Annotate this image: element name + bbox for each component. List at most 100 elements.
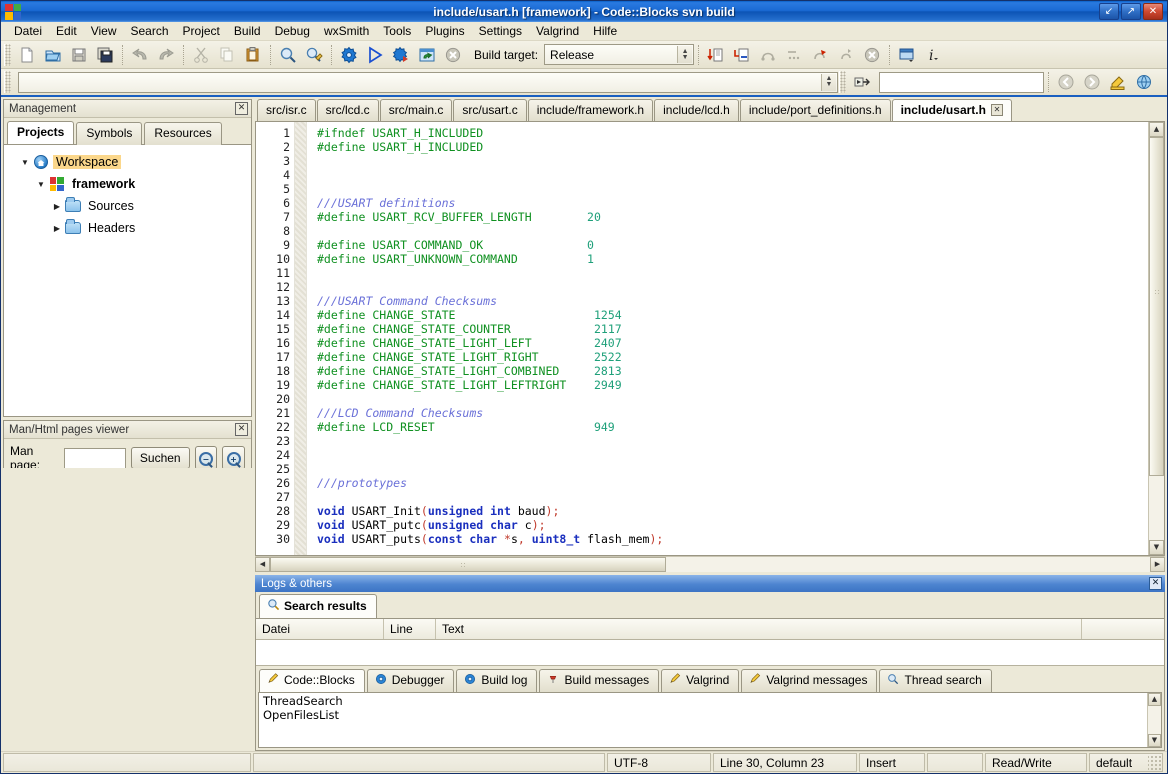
- menu-settings[interactable]: Settings: [472, 22, 529, 40]
- log-output[interactable]: ThreadSearch OpenFilesList ▲ ▼: [258, 691, 1162, 748]
- menu-view[interactable]: View: [84, 22, 124, 40]
- expander-down-icon[interactable]: [18, 158, 32, 167]
- tree-item-workspace[interactable]: Workspace: [10, 151, 251, 173]
- code-line[interactable]: ///USART definitions: [317, 196, 1148, 210]
- scroll-up-arrow-icon[interactable]: ▲: [1148, 692, 1161, 706]
- code-line[interactable]: [317, 182, 1148, 196]
- fold-margin[interactable]: [294, 122, 307, 555]
- debug-next-instruction-icon[interactable]: [834, 43, 858, 67]
- find-icon[interactable]: [276, 43, 300, 67]
- log-tab-build-messages[interactable]: Build messages: [539, 668, 660, 692]
- close-button[interactable]: ✕: [1143, 3, 1163, 20]
- column-line[interactable]: Line: [384, 619, 436, 639]
- code-line[interactable]: ///LCD Command Checksums: [317, 406, 1148, 420]
- maximize-button[interactable]: ↗: [1121, 3, 1141, 20]
- code-line[interactable]: #define USART_RCV_BUFFER_LENGTH 20: [317, 210, 1148, 224]
- log-scroll-track[interactable]: [1148, 705, 1161, 734]
- code-line[interactable]: #ifndef USART_H_INCLUDED: [317, 126, 1148, 140]
- abort-icon[interactable]: [441, 43, 465, 67]
- code-line[interactable]: #define CHANGE_STATE_LIGHT_LEFTRIGHT 294…: [317, 378, 1148, 392]
- code-line[interactable]: [317, 280, 1148, 294]
- code-line[interactable]: #define USART_H_INCLUDED: [317, 140, 1148, 154]
- build-icon[interactable]: [337, 43, 361, 67]
- tab-resources[interactable]: Resources: [144, 122, 222, 145]
- horizontal-scroll-thumb[interactable]: [270, 557, 666, 572]
- close-icon[interactable]: ✕: [1149, 577, 1162, 590]
- paste-icon[interactable]: [241, 43, 265, 67]
- code-line[interactable]: [317, 224, 1148, 238]
- code-line[interactable]: void USART_putc(unsigned char c);: [317, 518, 1148, 532]
- forward-icon[interactable]: [1080, 70, 1104, 94]
- menu-plugins[interactable]: Plugins: [418, 22, 471, 40]
- code-line[interactable]: #define CHANGE_STATE 1254: [317, 308, 1148, 322]
- code-line[interactable]: [317, 490, 1148, 504]
- expander-right-icon[interactable]: [50, 202, 64, 211]
- menu-search[interactable]: Search: [124, 22, 176, 40]
- open-file-icon[interactable]: [41, 43, 65, 67]
- menu-wxsmith[interactable]: wxSmith: [317, 22, 376, 40]
- code-scope-combo[interactable]: ▲ ▼: [18, 71, 838, 93]
- editor-tab-src-lcd-c[interactable]: src/lcd.c: [316, 99, 379, 121]
- code-line[interactable]: [317, 462, 1148, 476]
- log-vertical-scrollbar[interactable]: ▲ ▼: [1147, 692, 1161, 747]
- scroll-right-arrow-icon[interactable]: ▶: [1150, 557, 1165, 572]
- build-and-run-icon[interactable]: [389, 43, 413, 67]
- log-tab-thread-search[interactable]: Thread search: [879, 668, 992, 692]
- code-line[interactable]: #define LCD_RESET 949: [317, 420, 1148, 434]
- code-line[interactable]: #define USART_COMMAND_OK 0: [317, 238, 1148, 252]
- undo-icon[interactable]: [128, 43, 152, 67]
- build-target-combo[interactable]: Release ▲ ▼: [544, 44, 695, 65]
- debug-stop-icon[interactable]: [860, 43, 884, 67]
- highlight-icon[interactable]: [1106, 70, 1130, 94]
- menu-project[interactable]: Project: [176, 22, 227, 40]
- log-tab-valgrind-messages[interactable]: Valgrind messages: [741, 668, 878, 692]
- code-line[interactable]: #define CHANGE_STATE_COUNTER 2117: [317, 322, 1148, 336]
- tree-item-headers[interactable]: Headers: [10, 217, 251, 239]
- scroll-left-arrow-icon[interactable]: ◀: [255, 557, 270, 572]
- source-code[interactable]: #ifndef USART_H_INCLUDED #define USART_H_…: [307, 122, 1148, 555]
- log-tab-codeblocks[interactable]: Code::Blocks: [259, 668, 365, 692]
- copy-icon[interactable]: [215, 43, 239, 67]
- code-line[interactable]: void USART_Init(unsigned int baud);: [317, 504, 1148, 518]
- tree-item-framework[interactable]: framework: [10, 173, 251, 195]
- toolbar-grip[interactable]: [4, 43, 11, 66]
- save-all-icon[interactable]: [93, 43, 117, 67]
- code-search-input[interactable]: [879, 71, 1044, 93]
- save-icon[interactable]: [67, 43, 91, 67]
- scroll-down-arrow-icon[interactable]: ▼: [1148, 734, 1161, 747]
- goto-declaration-icon[interactable]: [850, 70, 874, 94]
- debug-next-line-icon[interactable]: [756, 43, 780, 67]
- zoom-out-button[interactable]: −: [194, 446, 218, 470]
- expander-down-icon[interactable]: [34, 180, 48, 189]
- find-replace-icon[interactable]: [302, 43, 326, 67]
- chevron-spinner-icon[interactable]: ▲ ▼: [821, 73, 836, 91]
- resize-grip-icon[interactable]: [1148, 754, 1162, 771]
- code-line[interactable]: [317, 392, 1148, 406]
- menu-datei[interactable]: Datei: [7, 22, 49, 40]
- minimize-button[interactable]: ↙: [1099, 3, 1119, 20]
- editor-horizontal-scrollbar[interactable]: ◀ ▶: [255, 556, 1165, 572]
- code-line[interactable]: ///prototypes: [317, 476, 1148, 490]
- code-line[interactable]: ///USART Command Checksums: [317, 294, 1148, 308]
- editor-tab-src-usart-c[interactable]: src/usart.c: [453, 99, 527, 121]
- tree-item-sources[interactable]: Sources: [10, 195, 251, 217]
- menu-debug[interactable]: Debug: [268, 22, 317, 40]
- log-tab-debugger[interactable]: Debugger: [366, 668, 455, 692]
- chevron-spinner-icon[interactable]: ▲ ▼: [677, 46, 693, 63]
- menu-hilfe[interactable]: Hilfe: [586, 22, 624, 40]
- horizontal-scroll-track[interactable]: [270, 557, 1150, 572]
- code-line[interactable]: #define CHANGE_STATE_LIGHT_RIGHT 2522: [317, 350, 1148, 364]
- close-icon[interactable]: ✕: [990, 104, 1003, 116]
- editor-tab-src-isr-c[interactable]: src/isr.c: [257, 99, 316, 121]
- menu-build[interactable]: Build: [227, 22, 268, 40]
- editor-tab-src-main-c[interactable]: src/main.c: [379, 99, 453, 121]
- editor-tab-include-framework-h[interactable]: include/framework.h: [527, 99, 654, 121]
- log-tab-build-log[interactable]: Build log: [456, 668, 538, 692]
- debug-windows-icon[interactable]: [895, 43, 919, 67]
- tab-search-results[interactable]: Search results: [259, 594, 377, 618]
- menu-edit[interactable]: Edit: [49, 22, 84, 40]
- scroll-up-arrow-icon[interactable]: ▲: [1149, 122, 1164, 137]
- zoom-in-button[interactable]: +: [222, 446, 245, 470]
- close-icon[interactable]: ✕: [235, 102, 248, 115]
- debug-step-out-icon[interactable]: [808, 43, 832, 67]
